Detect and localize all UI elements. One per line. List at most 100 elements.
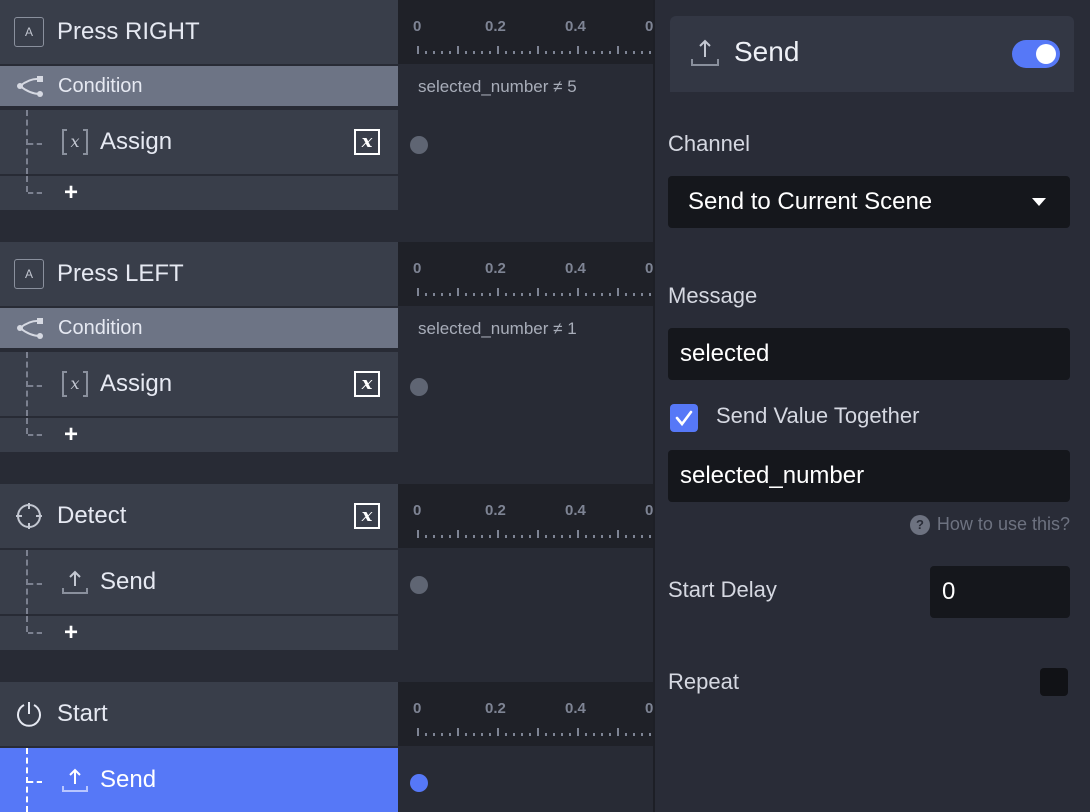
ruler-tick <box>425 51 427 54</box>
panel-header: Send <box>670 16 1074 92</box>
ruler-tick <box>561 51 563 54</box>
ruler-tick <box>481 733 483 736</box>
timeline-ruler[interactable]: 0 0.2 0.4 0 <box>398 682 653 746</box>
ruler-tick <box>457 530 459 538</box>
ruler-tick <box>417 46 419 54</box>
variable-badge-icon[interactable]: x <box>354 129 380 155</box>
ruler-label: 0.2 <box>485 700 506 717</box>
ruler-tick <box>625 51 627 54</box>
event-label: Detect <box>57 502 127 529</box>
event-start[interactable]: Start <box>0 682 398 746</box>
ruler-tick <box>561 733 563 736</box>
timeline-track <box>398 548 653 682</box>
event-detect[interactable]: Detect x <box>0 484 398 548</box>
ruler-label: 0 <box>413 260 422 277</box>
ruler-tick <box>417 530 419 538</box>
send-value-label: Send Value Together <box>716 403 920 428</box>
timeline-keyframe[interactable] <box>410 378 428 396</box>
message-label: Message <box>668 283 758 308</box>
message-input[interactable]: selected <box>668 328 1070 380</box>
properties-panel: Send Channel Send to Current Scene Messa… <box>655 0 1090 812</box>
tree-connector <box>26 176 28 192</box>
ruler-tick <box>609 733 611 736</box>
tree-connector <box>26 550 28 614</box>
condition-row[interactable]: Condition <box>0 66 398 106</box>
ruler-tick <box>529 535 531 538</box>
ruler-tick <box>617 288 619 296</box>
variable-badge-icon[interactable]: x <box>354 503 380 529</box>
ruler-tick <box>513 51 515 54</box>
ruler-label: 0.2 <box>485 502 506 519</box>
ruler-tick <box>521 535 523 538</box>
action-assign[interactable]: x Assign x <box>0 352 398 416</box>
action-send[interactable]: Send <box>0 550 398 614</box>
condition-row[interactable]: Condition <box>0 308 398 348</box>
ruler-label: 0 <box>645 260 653 277</box>
ruler-tick <box>481 51 483 54</box>
ruler-tick <box>569 51 571 54</box>
start-delay-input[interactable]: 0 <box>930 566 1070 618</box>
ruler-label: 0.2 <box>485 18 506 35</box>
timeline-ruler[interactable]: 0 0.2 0.4 0 <box>398 0 653 64</box>
timeline-keyframe[interactable] <box>410 136 428 154</box>
ruler-label: 0 <box>413 700 422 717</box>
ruler-tick <box>585 293 587 296</box>
ruler-tick <box>569 535 571 538</box>
channel-value: Send to Current Scene <box>688 188 933 215</box>
variable-icon: x <box>60 369 90 399</box>
ruler-tick <box>513 733 515 736</box>
send-value-input[interactable]: selected_number <box>668 450 1070 502</box>
ruler-tick <box>521 51 523 54</box>
timeline-track: selected_number ≠ 1 <box>398 306 653 484</box>
ruler-tick <box>585 51 587 54</box>
ruler-tick <box>633 293 635 296</box>
tree-connector <box>26 352 28 416</box>
add-action-button[interactable]: + <box>0 418 398 452</box>
ruler-tick <box>489 535 491 538</box>
channel-select[interactable]: Send to Current Scene <box>668 176 1070 228</box>
action-assign[interactable]: x Assign x <box>0 110 398 174</box>
ruler-tick <box>617 46 619 54</box>
ruler-label: 0.4 <box>565 18 586 35</box>
ruler-tick <box>553 733 555 736</box>
enable-toggle[interactable] <box>1012 40 1060 68</box>
timeline-ruler[interactable]: 0 0.2 0.4 0 <box>398 484 653 548</box>
event-press-right[interactable]: A Press RIGHT <box>0 0 398 64</box>
ruler-tick <box>593 51 595 54</box>
ruler-label: 0 <box>645 18 653 35</box>
ruler-tick <box>601 293 603 296</box>
power-icon <box>14 699 44 729</box>
ruler-tick <box>481 535 483 538</box>
panel-title: Send <box>734 36 800 67</box>
ruler-tick <box>489 51 491 54</box>
ruler-tick <box>441 733 443 736</box>
timeline-keyframe-selected[interactable] <box>410 774 428 792</box>
ruler-tick <box>553 535 555 538</box>
ruler-tick <box>433 535 435 538</box>
action-send-selected[interactable]: Send <box>0 748 398 812</box>
add-action-button[interactable]: + <box>0 176 398 210</box>
event-press-left[interactable]: A Press LEFT <box>0 242 398 306</box>
ruler-tick <box>425 535 427 538</box>
variable-badge-icon[interactable]: x <box>354 371 380 397</box>
condition-label: Condition <box>58 316 143 339</box>
ruler-tick <box>417 288 419 296</box>
tree-connector <box>26 110 28 174</box>
ruler-tick <box>505 733 507 736</box>
repeat-checkbox[interactable] <box>1040 668 1068 696</box>
ruler-tick <box>641 535 643 538</box>
timeline-track: selected_number ≠ 5 <box>398 64 653 242</box>
send-value-checkbox[interactable] <box>670 404 698 432</box>
ruler-tick <box>545 51 547 54</box>
action-label: Send <box>100 766 157 793</box>
ruler-tick <box>425 293 427 296</box>
ruler-tick <box>529 733 531 736</box>
add-action-button[interactable]: + <box>0 616 398 650</box>
action-label: Assign <box>100 128 173 155</box>
ruler-tick <box>433 51 435 54</box>
timeline-track <box>398 746 653 812</box>
ruler-tick <box>625 293 627 296</box>
help-link[interactable]: ? How to use this? <box>909 514 1070 535</box>
timeline-ruler[interactable]: 0 0.2 0.4 0 <box>398 242 653 306</box>
timeline-keyframe[interactable] <box>410 576 428 594</box>
